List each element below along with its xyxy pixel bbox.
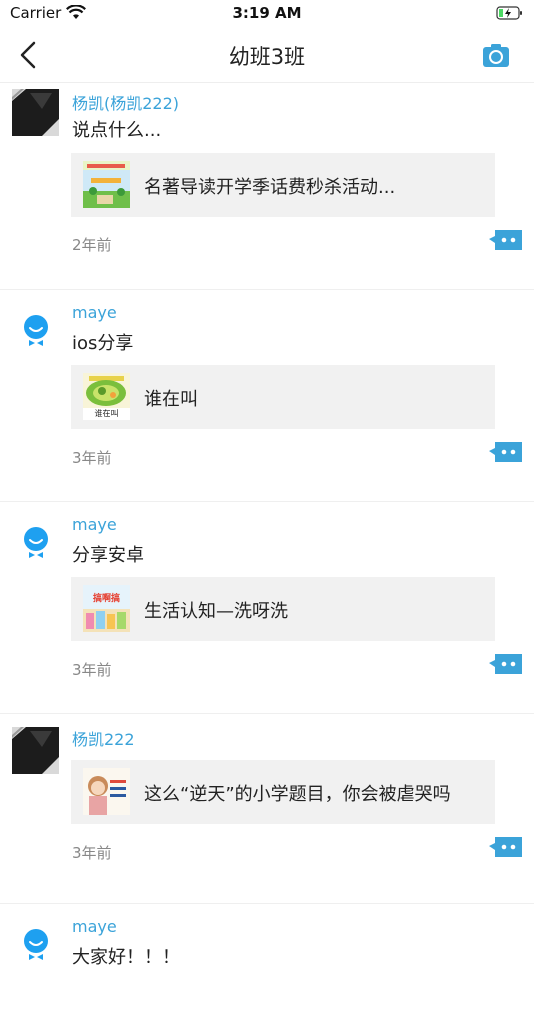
avatar [12, 922, 59, 969]
status-time: 3:19 AM [232, 4, 302, 22]
user-photo-avatar [12, 89, 59, 136]
comment-button[interactable] [489, 442, 522, 462]
post-item: maye 分享安卓 搞啊搞 生活认知—洗呀洗 3年前 [0, 502, 534, 714]
comment-button[interactable] [489, 654, 522, 674]
post-time: 3年前 [72, 844, 112, 862]
post-content: ios分享 [72, 333, 134, 354]
post-item: 杨凯(杨凯222) 说点什么... 名著导读开学季话费秒杀活动... 2年前 [0, 83, 534, 290]
post-author[interactable]: maye [72, 917, 117, 936]
avatar [12, 520, 59, 567]
avatar [12, 727, 59, 774]
post-item: 杨凯222 这么“逆天”的小学题目，你会被虐哭吗 3年前 [0, 714, 534, 904]
default-avatar-icon [24, 929, 48, 960]
comment-button[interactable] [489, 837, 522, 857]
avatar [12, 89, 59, 136]
post-content: 分享安卓 [72, 545, 144, 566]
battery-charging-icon [496, 6, 522, 20]
comment-button[interactable] [489, 230, 522, 250]
share-title: 名著导读开学季话费秒杀活动... [144, 177, 396, 198]
comment-bubble-icon [489, 230, 522, 250]
post-author[interactable]: 杨凯(杨凯222) [72, 90, 179, 114]
nav-bar: 幼班3班 [0, 28, 534, 83]
post-author[interactable]: maye [72, 515, 117, 534]
default-avatar-icon [24, 527, 48, 558]
shared-link-card[interactable]: 搞啊搞 生活认知—洗呀洗 [71, 577, 495, 641]
share-title: 谁在叫 [144, 389, 198, 410]
post-content: 大家好！！！ [72, 947, 180, 968]
page-title: 幼班3班 [228, 45, 306, 69]
post-feed[interactable]: 杨凯(杨凯222) 说点什么... 名著导读开学季话费秒杀活动... 2年前 m… [0, 83, 534, 1024]
share-title: 这么“逆天”的小学题目，你会被虐哭吗 [144, 784, 451, 805]
camera-button[interactable] [482, 42, 510, 68]
shared-link-card[interactable]: 名著导读开学季话费秒杀活动... [71, 153, 495, 217]
status-bar: Carrier 3:19 AM [0, 0, 534, 28]
user-photo-avatar [12, 727, 59, 774]
share-thumbnail [83, 161, 130, 208]
post-item: maye 大家好！！！ [0, 904, 534, 1024]
post-content: 说点什么... [72, 120, 162, 141]
comment-bubble-icon [489, 654, 522, 674]
post-time: 3年前 [72, 661, 112, 679]
share-title: 生活认知—洗呀洗 [144, 601, 288, 622]
post-time: 3年前 [72, 449, 112, 467]
post-time: 2年前 [72, 236, 112, 254]
post-item: maye ios分享 谁在叫 谁在叫 3年前 [0, 290, 534, 502]
shared-link-card[interactable]: 这么“逆天”的小学题目，你会被虐哭吗 [71, 760, 495, 824]
thumb-caption: 搞啊搞 [92, 594, 120, 604]
share-thumbnail [83, 768, 130, 815]
share-thumbnail: 谁在叫 [83, 373, 130, 420]
default-avatar-icon [24, 315, 48, 346]
post-author[interactable]: 杨凯222 [72, 726, 135, 750]
share-thumbnail: 搞啊搞 [83, 585, 130, 632]
thumb-caption: 谁在叫 [94, 409, 119, 418]
shared-link-card[interactable]: 谁在叫 谁在叫 [71, 365, 495, 429]
camera-icon [483, 44, 509, 67]
post-author[interactable]: maye [72, 303, 117, 322]
avatar [12, 308, 59, 355]
comment-bubble-icon [489, 442, 522, 462]
comment-bubble-icon [489, 837, 522, 857]
